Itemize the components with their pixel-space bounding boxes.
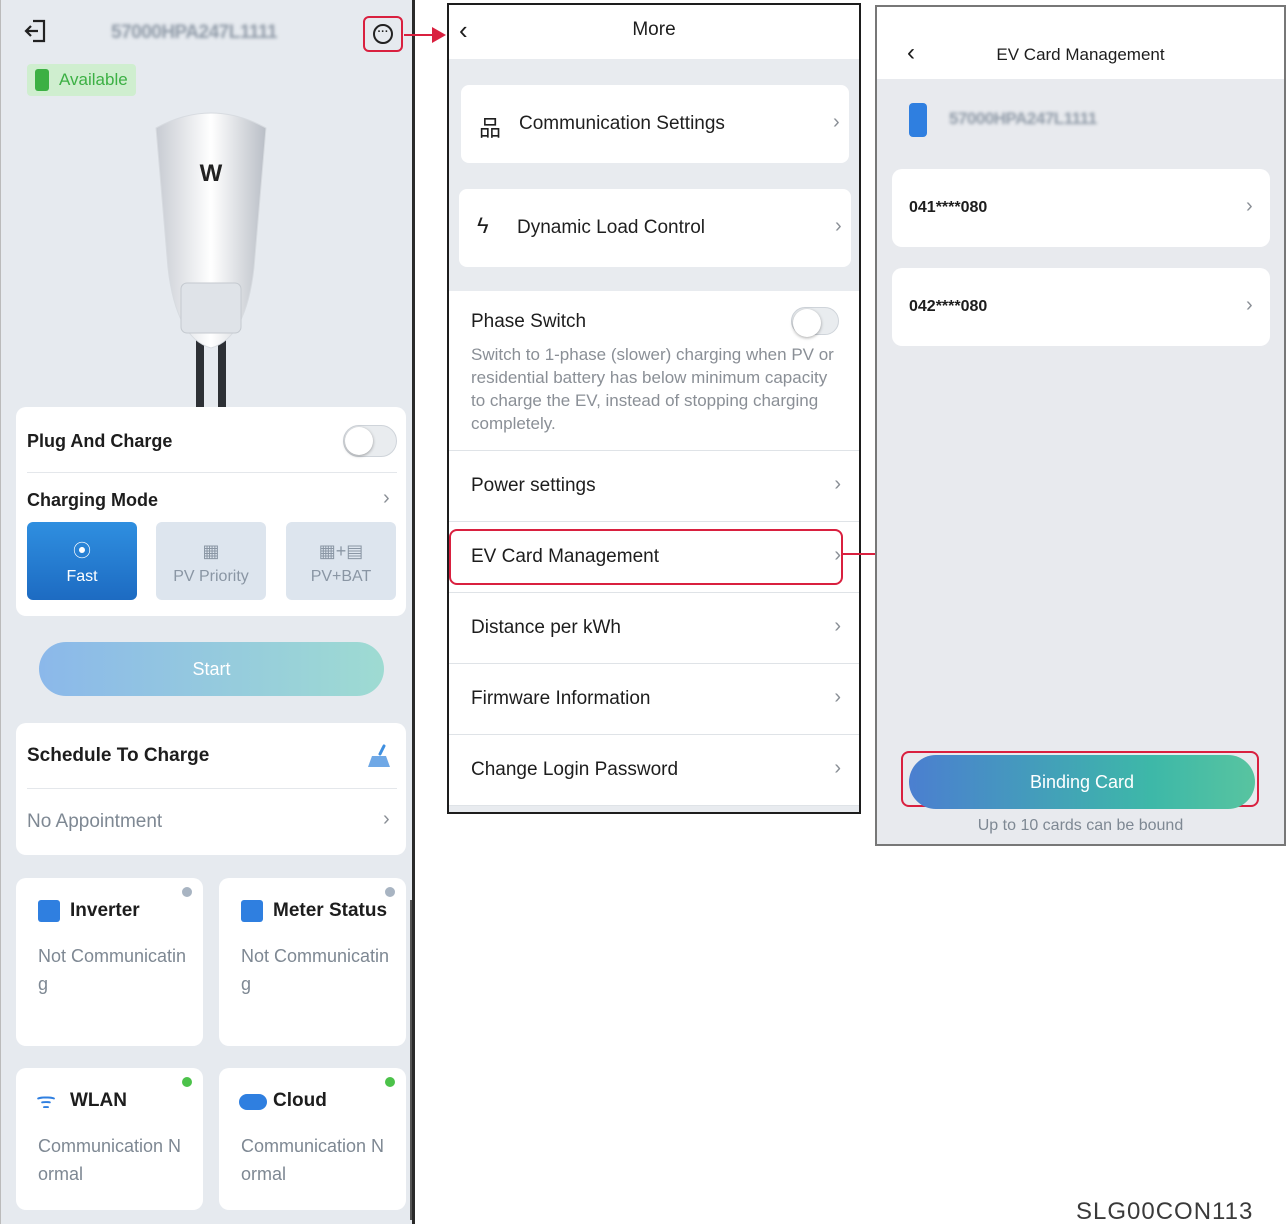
status-dot (182, 887, 192, 897)
menu-item-label: Phase Switch (471, 311, 587, 332)
tile-title: Meter Status (273, 900, 388, 921)
status-dot (385, 1077, 395, 1087)
charger-image: W (146, 108, 276, 408)
tile-status: Communication Normal (38, 1136, 182, 1184)
device-serial: 57000HPA247L1111 (949, 109, 1097, 128)
wifi-icon: ᯤ (36, 1088, 57, 1113)
divider (27, 472, 397, 473)
more-icon: ··· (373, 24, 393, 44)
tile-status: Not Communicating (241, 946, 390, 994)
tile-status: Not Communicating (38, 946, 187, 994)
ev-card-item[interactable]: 041****080 › (892, 169, 1270, 247)
mode-pv-priority-button[interactable]: ▦ PV Priority (156, 522, 266, 600)
tile-title: Cloud (273, 1090, 327, 1111)
meter-status-tile[interactable]: Meter Status Not Communicating (219, 878, 406, 1046)
cloud-tile[interactable]: Cloud Communication Normal (219, 1068, 406, 1210)
plug-and-charge-label: Plug And Charge (27, 431, 173, 451)
mode-label: Fast (66, 568, 98, 585)
menu-item-change-login-password[interactable]: Change Login Password › (449, 735, 859, 806)
flow-arrow-head (432, 27, 446, 43)
menu-item-power-settings[interactable]: Power settings › (449, 451, 859, 522)
flow-arrow (404, 34, 434, 36)
plug-icon: ⦿ (73, 541, 91, 561)
menu-item-dynamic-load-control[interactable]: ϟ Dynamic Load Control › (459, 189, 851, 267)
chevron-right-icon[interactable]: › (383, 808, 390, 831)
charger-status-icon (35, 69, 49, 91)
menu-item-label: Firmware Information (471, 688, 651, 709)
plug-and-charge-toggle[interactable] (343, 425, 397, 457)
page-title: More (632, 19, 676, 40)
mode-label: PV Priority (173, 568, 249, 585)
status-badge: Available (27, 64, 136, 96)
card-number: 042****080 (909, 298, 988, 315)
scrollbar[interactable] (410, 900, 412, 1220)
flow-arrow (843, 553, 879, 555)
document-code: SLG00CON113 (1076, 1198, 1254, 1225)
app-screen-device-home: 57000HPA247L1111 ··· Available W Plug An… (0, 0, 415, 1224)
meter-icon (241, 900, 263, 922)
phase-switch-description: Switch to 1-phase (slower) charging when… (471, 345, 834, 433)
schedule-card[interactable]: Schedule To Charge No Appointment › (16, 723, 406, 855)
status-badge-label: Available (59, 70, 128, 89)
menu-item-phase-switch: Phase Switch Switch to 1-phase (slower) … (449, 291, 859, 451)
tile-title: Inverter (70, 900, 140, 921)
menu-item-label: Change Login Password (471, 759, 679, 780)
solar-panel-icon: ▦ (202, 541, 220, 561)
mode-pv-bat-button[interactable]: ▦+▤ PV+BAT (286, 522, 396, 600)
menu-item-label: Communication Settings (519, 113, 725, 134)
chevron-right-icon: › (1246, 294, 1253, 316)
status-dot (385, 887, 395, 897)
inverter-tile[interactable]: Inverter Not Communicating (16, 878, 203, 1046)
solar-battery-icon: ▦+▤ (318, 541, 364, 561)
app-screen-ev-card-management: ‹ EV Card Management 57000HPA247L1111 04… (875, 5, 1286, 846)
network-icon: 品 (479, 116, 502, 141)
divider (27, 788, 397, 789)
highlight-frame (449, 529, 843, 585)
chevron-right-icon: › (834, 473, 841, 495)
status-dot (182, 1077, 192, 1087)
menu-item-firmware-information[interactable]: Firmware Information › (449, 664, 859, 735)
schedule-value: No Appointment (27, 811, 163, 832)
tile-status: Communication Normal (241, 1136, 385, 1184)
menu-item-communication-settings[interactable]: 品 Communication Settings › (461, 85, 849, 163)
app-screen-more: ‹ More 品 Communication Settings › ϟ Dyna… (447, 3, 861, 814)
header: ‹ More (449, 5, 859, 59)
wlan-tile[interactable]: ᯤ WLAN Communication Normal (16, 1068, 203, 1210)
charging-mode-label: Charging Mode (27, 490, 158, 510)
mode-fast-button[interactable]: ⦿ Fast (27, 522, 137, 600)
svg-text:W: W (200, 160, 223, 187)
cloud-icon (239, 1094, 267, 1110)
binding-card-button[interactable]: Binding Card (909, 755, 1255, 809)
phase-switch-toggle[interactable] (791, 307, 839, 337)
schedule-title: Schedule To Charge (27, 745, 210, 766)
page-title: EV Card Management (996, 45, 1165, 64)
chevron-right-icon: › (834, 615, 841, 637)
menu-item-label: Dynamic Load Control (517, 217, 705, 238)
ev-card-item[interactable]: 042****080 › (892, 268, 1270, 346)
chevron-right-icon: › (834, 686, 841, 708)
menu-item-label: Power settings (471, 475, 596, 496)
exit-icon[interactable] (23, 18, 49, 44)
chevron-right-icon: › (835, 215, 842, 237)
device-serial: 57000HPA247L1111 (111, 22, 277, 43)
chevron-right-icon: › (833, 111, 840, 133)
mode-label: PV+BAT (310, 568, 372, 585)
chevron-right-icon[interactable]: › (383, 487, 390, 510)
card-number: 041****080 (909, 199, 988, 216)
menu-item-label: Distance per kWh (471, 617, 621, 638)
lightning-icon: ϟ (477, 213, 489, 238)
charger-icon (909, 103, 927, 137)
menu-item-distance-per-kwh[interactable]: Distance per kWh › (449, 593, 859, 664)
start-button[interactable]: Start (39, 642, 384, 696)
binding-note: Up to 10 cards can be bound (977, 817, 1184, 834)
chevron-right-icon: › (834, 757, 841, 779)
chevron-right-icon: › (1246, 195, 1253, 217)
broom-icon[interactable] (366, 743, 394, 771)
header: ‹ EV Card Management (877, 7, 1284, 79)
tile-title: WLAN (70, 1090, 127, 1111)
more-button[interactable]: ··· (363, 16, 403, 52)
inverter-icon (38, 900, 60, 922)
